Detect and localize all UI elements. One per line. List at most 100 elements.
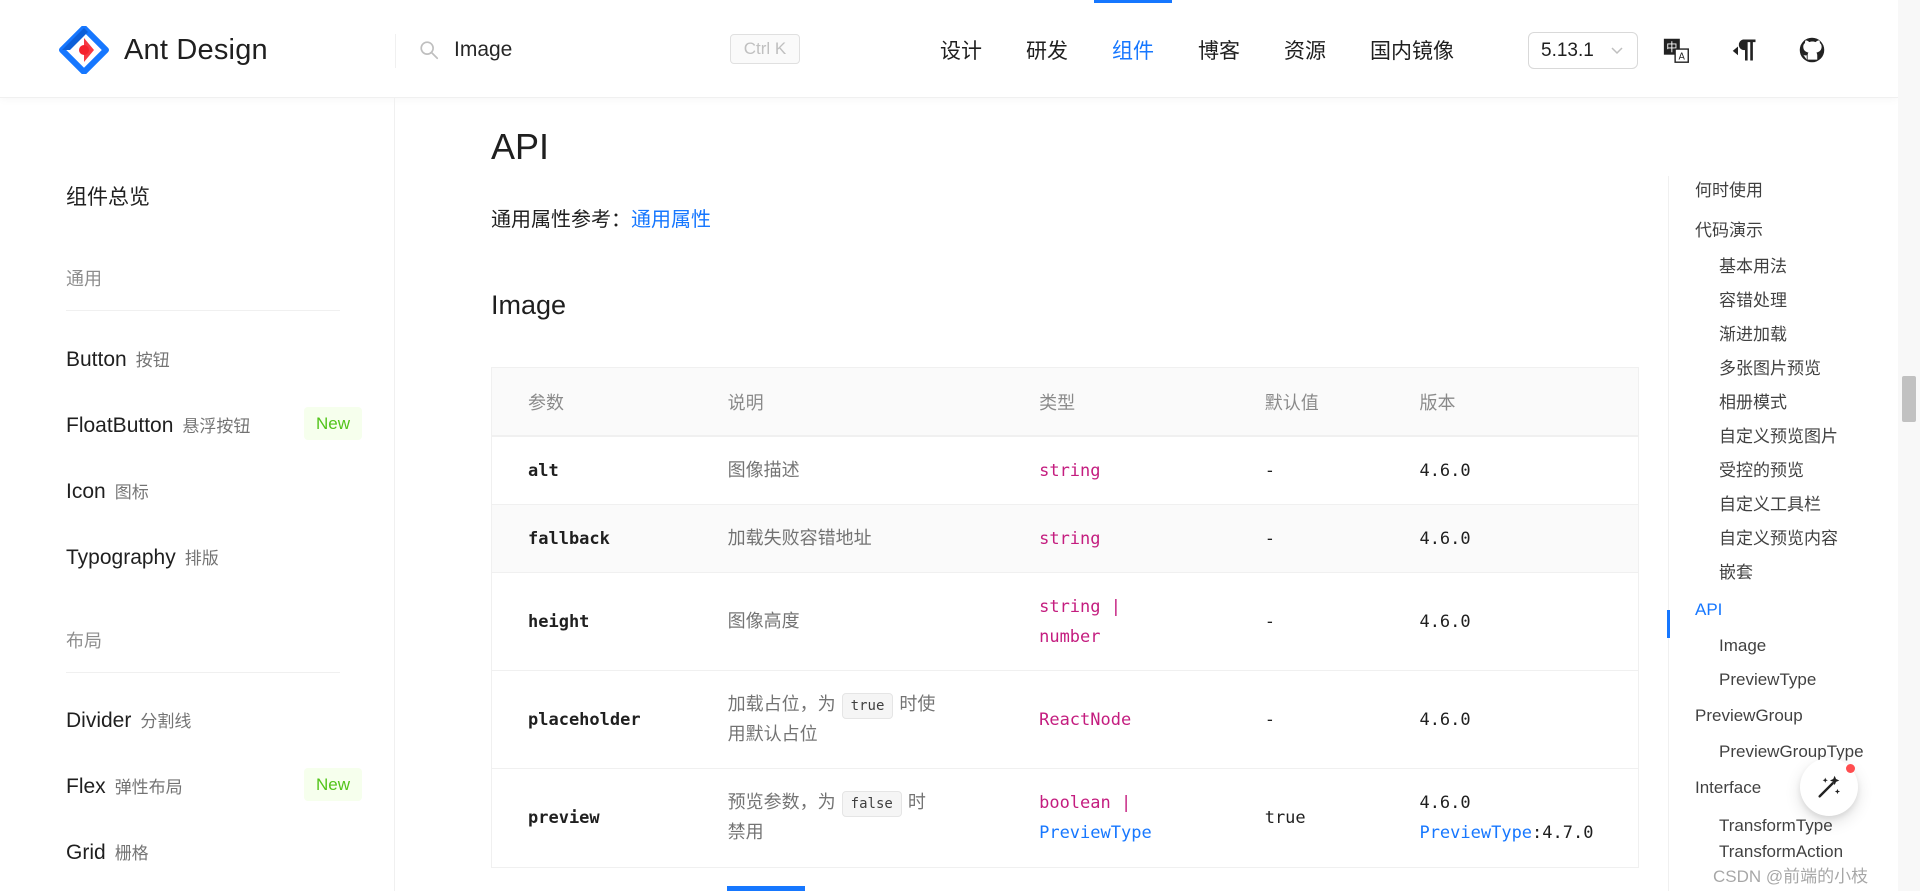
param-name: alt	[528, 460, 559, 481]
sidebar-item-grid[interactable]: Grid 栅格	[66, 839, 149, 865]
col-header-version: 版本	[1419, 392, 1456, 414]
header-divider	[395, 34, 396, 68]
nav-item[interactable]: 设计	[922, 0, 1000, 98]
toc-active-indicator	[1667, 610, 1670, 638]
toc-item[interactable]: 相册模式	[1719, 388, 1787, 413]
toc-item[interactable]: 基本用法	[1719, 252, 1787, 277]
chevron-down-icon	[1611, 47, 1623, 55]
rtl-direction-icon[interactable]	[1729, 34, 1761, 66]
toc-item[interactable]: 多张图片预览	[1719, 354, 1821, 379]
scrollbar-thumb[interactable]	[1902, 376, 1916, 422]
table-row: height 图像高度 string | number - 4.6.0	[492, 573, 1638, 671]
param-default: -	[1264, 528, 1275, 549]
param-default: -	[1264, 460, 1275, 481]
toc-item[interactable]: 自定义预览内容	[1719, 524, 1838, 549]
nav-item[interactable]: 博客	[1180, 0, 1258, 98]
common-props-link[interactable]: 通用属性	[631, 207, 711, 231]
param-version: 4.6.0	[1419, 460, 1471, 481]
toc-item[interactable]: Image	[1719, 636, 1766, 656]
svg-text:A: A	[1678, 51, 1685, 62]
inline-code: true	[841, 692, 894, 719]
param-version: 4.6.0	[1419, 709, 1471, 730]
sidebar-overview[interactable]: 组件总览	[66, 181, 150, 211]
param-default: -	[1264, 611, 1275, 632]
toc-item[interactable]: 嵌套	[1719, 558, 1753, 583]
desc-text: 加载占位，为	[727, 693, 836, 715]
toc-item[interactable]: API	[1695, 600, 1722, 620]
param-type: string	[1039, 528, 1101, 549]
toc-item[interactable]: TransformAction	[1719, 842, 1843, 862]
param-name: height	[528, 611, 590, 632]
sidebar-item-button[interactable]: Button 按钮	[66, 346, 170, 372]
search-shortcut-badge: Ctrl K	[730, 34, 800, 64]
type-line[interactable]: PreviewType	[1039, 818, 1229, 848]
nav-item[interactable]: 资源	[1266, 0, 1344, 98]
toc-item[interactable]: 受控的预览	[1719, 456, 1804, 481]
col-header-desc: 说明	[727, 392, 764, 414]
sidebar-item-flex[interactable]: Flex 弹性布局	[66, 773, 183, 799]
param-type: string | number	[1003, 592, 1229, 652]
sidebar-overview-label: 组件总览	[66, 186, 150, 209]
common-props-prefix: 通用属性参考：	[491, 207, 631, 231]
version-type-link[interactable]: PreviewType	[1419, 823, 1532, 843]
ant-design-logo[interactable]: Ant Design	[58, 26, 268, 74]
col-header-param: 参数	[528, 392, 564, 414]
param-desc: 加载失败容错地址	[727, 527, 872, 549]
table-row: fallback 加载失败容错地址 string - 4.6.0	[492, 505, 1638, 573]
sidebar-item-cn: 排版	[184, 549, 219, 568]
toc-item[interactable]: TransformType	[1719, 816, 1833, 836]
sidebar-item-en: Grid	[66, 841, 106, 864]
toc-item[interactable]: Interface	[1695, 778, 1761, 798]
sidebar-item-cn: 分割线	[140, 712, 192, 731]
toc-item[interactable]: 自定义工具栏	[1719, 490, 1821, 515]
desc-text: 时使	[899, 693, 936, 715]
sidebar-item-cn: 按钮	[135, 351, 170, 370]
api-table: 参数 说明 类型 默认值 版本 alt 图像描述 string - 4.6.0 …	[491, 367, 1639, 868]
nav-item[interactable]: 研发	[1008, 0, 1086, 98]
brand-name: Ant Design	[124, 33, 268, 66]
sidebar-item-cn: 栅格	[114, 844, 149, 863]
ant-logo-icon	[59, 26, 109, 74]
toc-item[interactable]: 渐进加载	[1719, 320, 1787, 345]
version-line: 4.6.0	[1419, 793, 1471, 813]
param-version: 4.6.0 PreviewType:4.7.0	[1383, 788, 1638, 848]
inline-code: false	[841, 791, 902, 817]
search-input[interactable]	[454, 38, 714, 62]
github-icon[interactable]	[1796, 34, 1828, 66]
toc-item[interactable]: PreviewType	[1719, 670, 1816, 690]
sidebar-item-icon[interactable]: Icon 图标	[66, 478, 149, 504]
nav-item[interactable]: 国内镜像	[1352, 0, 1472, 98]
sidebar-item-divider[interactable]: Divider 分割线	[66, 707, 191, 733]
sidebar-item-floatbutton[interactable]: FloatButton 悬浮按钮	[66, 412, 250, 438]
param-desc: 图像描述	[727, 459, 800, 481]
toc-item[interactable]: 代码演示	[1695, 216, 1763, 241]
magic-wand-icon	[1818, 775, 1841, 798]
vertical-scrollbar[interactable]	[1898, 0, 1920, 891]
sidebar-item-en: Icon	[66, 480, 106, 503]
toc-item[interactable]: 容错处理	[1719, 286, 1787, 311]
nav-item[interactable]: 组件	[1094, 0, 1172, 98]
table-header: 参数 说明 类型 默认值 版本	[492, 368, 1638, 437]
param-type: ReactNode	[1039, 709, 1132, 730]
param-desc: 图像高度	[727, 610, 800, 632]
sidebar-group-title: 布局	[66, 631, 102, 652]
search-icon	[420, 41, 439, 60]
search-box[interactable]: Ctrl K	[418, 32, 803, 68]
toc-item[interactable]: 何时使用	[1695, 176, 1763, 201]
toc-item[interactable]: PreviewGroupType	[1719, 742, 1864, 762]
param-version: 4.6.0	[1419, 611, 1471, 632]
version-value: 5.13.1	[1541, 39, 1594, 61]
toc-item[interactable]: PreviewGroup	[1695, 706, 1803, 726]
sidebar-item-en: Button	[66, 348, 127, 371]
sidebar-group-title: 通用	[66, 269, 102, 290]
table-row: preview 预览参数，为 false 时 禁用 boolean | Previe…	[492, 769, 1638, 868]
param-type: string	[1039, 460, 1101, 481]
toc-item[interactable]: 自定义预览图片	[1719, 422, 1838, 447]
language-switch-icon[interactable]: 中 A	[1661, 34, 1693, 66]
version-select[interactable]: 5.13.1	[1528, 32, 1638, 69]
page-title: API	[491, 126, 550, 167]
partial-blue-element	[727, 886, 805, 891]
version-suffix: :4.7.0	[1532, 823, 1594, 843]
sidebar-item-typography[interactable]: Typography 排版	[66, 544, 219, 570]
notification-dot	[1846, 764, 1855, 773]
